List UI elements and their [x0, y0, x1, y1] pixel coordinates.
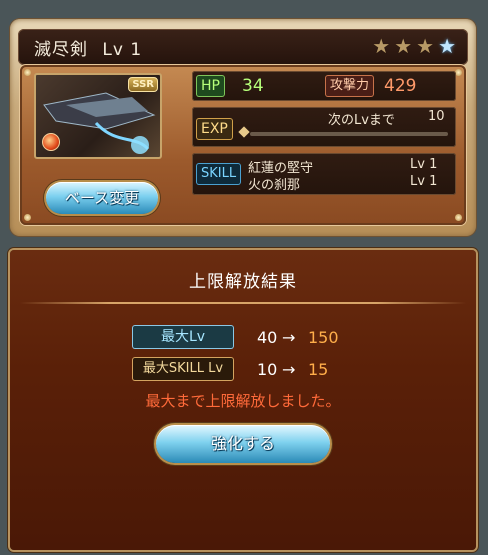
result-title: 上限解放結果: [189, 272, 297, 292]
weapon-level: Lv 1: [102, 40, 143, 60]
hp-atk-box: HP 34 攻撃力 429: [192, 71, 456, 101]
weapon-title-bar: 滅尽剣 Lv 1 ★ ★ ★ ★: [18, 29, 468, 65]
exp-label: EXP: [197, 119, 232, 139]
skill-label: SKILL: [197, 164, 241, 184]
atk-value: 429: [384, 76, 417, 96]
ornament-dot: [455, 69, 462, 76]
weapon-detail-frame: SSR ベース変更 HP 34 攻撃力 429 EXP 次のLvまで 10 SK…: [20, 65, 466, 225]
skill-box: SKILL 紅蓮の堅守 Lv 1 火の刹那 Lv 1: [192, 153, 456, 195]
atk-label: 攻撃力: [326, 76, 374, 96]
max-lv-old: 40: [257, 328, 278, 347]
base-change-button[interactable]: ベース変更: [46, 182, 158, 214]
max-skill-lv-label: 最大SKILL Lv: [133, 358, 233, 380]
star-blue-icon: ★: [438, 34, 456, 58]
star-icon: ★: [372, 34, 391, 58]
skill-level: Lv 1: [410, 174, 438, 189]
exp-next-value: 10: [428, 109, 445, 124]
ornament-dot: [455, 214, 462, 221]
max-lv-label: 最大Lv: [133, 326, 233, 348]
max-skill-lv-new: 15: [308, 360, 329, 379]
skill-name: 火の刹那: [248, 178, 301, 193]
enhance-button[interactable]: 強化する: [156, 425, 330, 463]
weapon-name: 滅尽剣: [34, 40, 88, 60]
weapon-panel: 滅尽剣 Lv 1 ★ ★ ★ ★ SSR ベース変更 HP 34 攻撃力 429…: [10, 19, 476, 236]
max-lv-new: 150: [308, 328, 339, 347]
skill-level: Lv 1: [410, 157, 438, 172]
weapon-title: 滅尽剣 Lv 1: [34, 35, 142, 60]
weapon-thumbnail[interactable]: SSR: [34, 73, 162, 159]
exp-box: EXP 次のLvまで 10: [192, 107, 456, 147]
arrow-icon: →: [282, 328, 296, 347]
max-skill-lv-old: 10: [257, 360, 278, 379]
exp-marker-icon: [238, 126, 250, 138]
fire-element-icon: [42, 133, 60, 151]
rarity-stars: ★ ★ ★ ★: [372, 35, 456, 57]
star-icon: ★: [394, 34, 413, 58]
arrow-icon: →: [282, 360, 296, 379]
ornament-dot: [24, 214, 31, 221]
exp-bar: [250, 132, 448, 136]
title-divider: [20, 302, 466, 304]
limit-break-notice: 最大まで上限解放しました。: [145, 392, 341, 410]
hp-value: 34: [242, 76, 264, 96]
ssr-badge: SSR: [128, 77, 158, 92]
hp-label: HP: [197, 76, 224, 96]
ornament-dot: [24, 69, 31, 76]
exp-next-label: 次のLvまで: [328, 113, 395, 128]
star-icon: ★: [416, 34, 435, 58]
limit-break-result-panel: 上限解放結果 最大Lv 40 → 150 最大SKILL Lv 10 → 15 …: [10, 250, 476, 550]
